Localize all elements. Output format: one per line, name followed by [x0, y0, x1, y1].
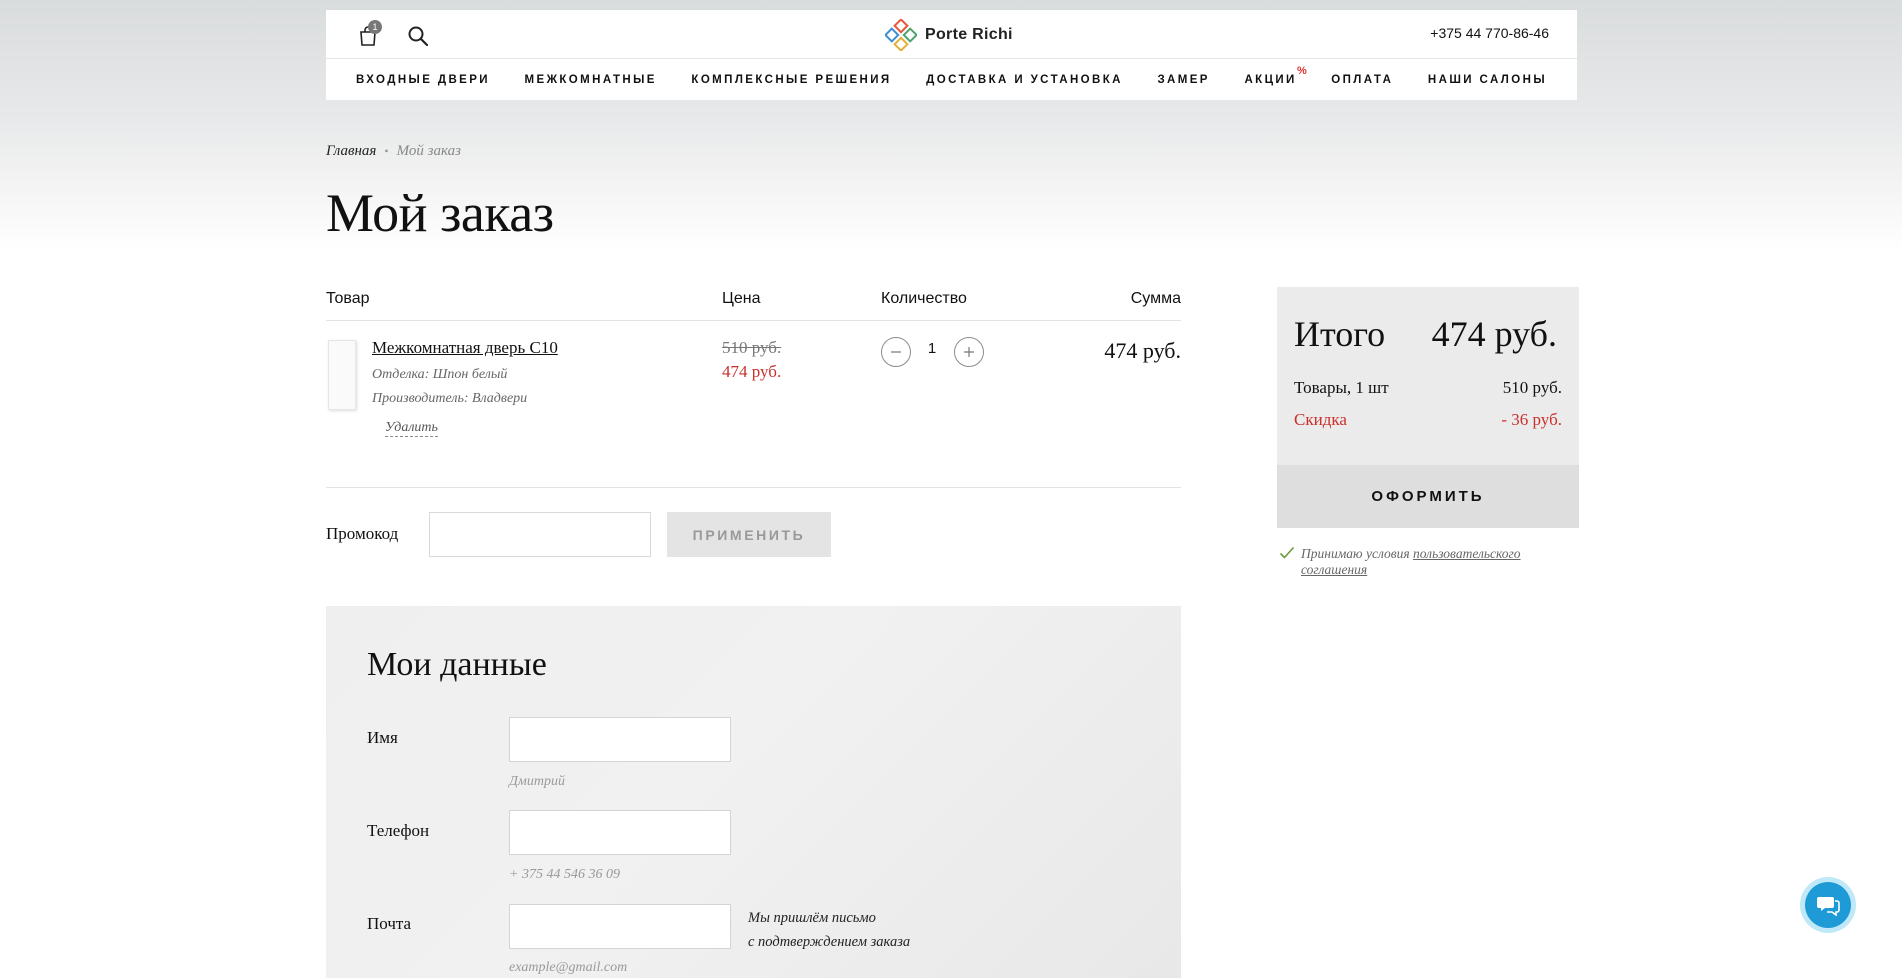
nav-item-complex-solutions[interactable]: КОМПЛЕКСНЫЕ РЕШЕНИЯ	[691, 74, 891, 86]
remove-item-link[interactable]: Удалить	[385, 419, 438, 437]
old-price: 510 руб.	[722, 338, 782, 357]
header-top-bar: 1 Porte Richi +375 44 770-86-46	[326, 10, 1577, 59]
quantity-decrease-button[interactable]	[881, 337, 911, 367]
phone-number[interactable]: +375 44 770-86-46	[1430, 25, 1549, 41]
new-price: 474 руб.	[722, 362, 782, 381]
nav-item-salons[interactable]: НАШИ САЛОНЫ	[1428, 74, 1547, 86]
name-field[interactable]	[509, 717, 731, 762]
logo-mark-icon	[885, 19, 917, 51]
name-hint: Дмитрий	[509, 774, 565, 789]
breadcrumb-current: Мой заказ	[396, 143, 461, 159]
phone-hint: + 375 44 546 36 09	[509, 867, 620, 882]
summary-goods-label: Товары, 1 шт	[1294, 378, 1389, 397]
chat-button[interactable]	[1800, 877, 1856, 933]
promo-code-input[interactable]	[429, 512, 651, 557]
checkout-button[interactable]: ОФОРМИТЬ	[1277, 465, 1579, 528]
email-note-line1: Мы пришлём письмо	[748, 910, 876, 926]
minus-icon	[891, 351, 901, 353]
plus-icon	[964, 347, 974, 357]
chat-button-inner	[1805, 882, 1851, 928]
promo-percent-badge: %	[1296, 65, 1307, 77]
product-finish: Отделка: Шпон белый	[372, 367, 508, 382]
email-note: Мы пришлём письмо с подтверждением заказ…	[748, 906, 910, 954]
summary-total: 474 руб.	[1431, 314, 1557, 354]
product-maker: Производитель: Владвери	[372, 391, 528, 406]
my-data-section: Мои данные Имя Дмитрий Телефон + 375 44 …	[326, 606, 1181, 978]
nav-item-promotions[interactable]: АКЦИИ%	[1244, 65, 1306, 86]
agreement: Принимаю условия пользовательского согла…	[1279, 546, 1531, 578]
main-nav: ВХОДНЫЕ ДВЕРИ МЕЖКОМНАТНЫЕ КОМПЛЕКСНЫЕ Р…	[326, 60, 1577, 100]
summary-discount-label: Скидка	[1294, 410, 1347, 429]
col-header-product: Товар	[326, 290, 370, 307]
summary-discount-row: Скидка - 36 руб.	[1294, 410, 1562, 430]
name-label: Имя	[367, 728, 398, 747]
col-header-price: Цена	[722, 290, 761, 307]
phone-label: Телефон	[367, 821, 430, 840]
nav-item-interior[interactable]: МЕЖКОМНАТНЫЕ	[525, 74, 657, 86]
breadcrumb-separator: •	[384, 144, 389, 158]
table-divider	[326, 320, 1181, 321]
summary-label: Итого	[1294, 314, 1386, 354]
logo-text: Porte Richi	[925, 26, 1013, 43]
breadcrumb-home[interactable]: Главная	[326, 143, 376, 160]
chat-icon	[1817, 897, 1840, 916]
search-icon[interactable]	[406, 24, 430, 48]
summary-discount-value: - 36 руб.	[1501, 410, 1562, 429]
email-hint: example@gmail.com	[509, 960, 628, 975]
product-thumbnail[interactable]	[328, 340, 356, 410]
summary-goods-value: 510 руб.	[1502, 378, 1562, 397]
item-sum: 474 руб.	[1104, 338, 1181, 363]
page-title: Мой заказ	[326, 183, 554, 243]
my-data-title: Мои данные	[367, 646, 547, 683]
cart-count-badge: 1	[368, 20, 382, 34]
order-summary: Итого 474 руб. Товары, 1 шт 510 руб. Ски…	[1277, 287, 1579, 528]
col-header-quantity: Количество	[881, 290, 967, 307]
quantity-increase-button[interactable]	[954, 337, 984, 367]
nav-item-promotions-label: АКЦИИ	[1244, 74, 1297, 86]
breadcrumb: Главная • Мой заказ	[326, 143, 461, 160]
agreement-text: Принимаю условия пользовательского согла…	[1301, 546, 1531, 578]
agreement-prefix: Принимаю условия	[1301, 546, 1414, 561]
table-bottom-divider	[326, 487, 1181, 488]
phone-field[interactable]	[509, 810, 731, 855]
nav-item-delivery[interactable]: ДОСТАВКА И УСТАНОВКА	[926, 74, 1123, 86]
quantity-value[interactable]: 1	[922, 340, 942, 357]
product-name-link[interactable]: Межкомнатная дверь С10	[372, 338, 558, 358]
summary-goods-row: Товары, 1 шт 510 руб.	[1294, 378, 1562, 398]
promo-label: Промокод	[326, 524, 399, 543]
email-note-line2: с подтверждением заказа	[748, 934, 911, 950]
col-header-sum: Сумма	[1130, 290, 1181, 307]
email-field[interactable]	[509, 904, 731, 949]
nav-item-measure[interactable]: ЗАМЕР	[1157, 74, 1209, 86]
logo[interactable]: Porte Richi	[885, 18, 1013, 52]
email-label: Почта	[367, 914, 412, 933]
checkmark-icon[interactable]	[1279, 546, 1295, 560]
nav-item-payment[interactable]: ОПЛАТА	[1331, 74, 1393, 86]
nav-item-entrance-doors[interactable]: ВХОДНЫЕ ДВЕРИ	[356, 74, 490, 86]
site-header: 1 Porte Richi +375 44 770-86-46 ВХОДНЫЕ …	[326, 10, 1577, 100]
apply-promo-button[interactable]: ПРИМЕНИТЬ	[667, 512, 831, 557]
